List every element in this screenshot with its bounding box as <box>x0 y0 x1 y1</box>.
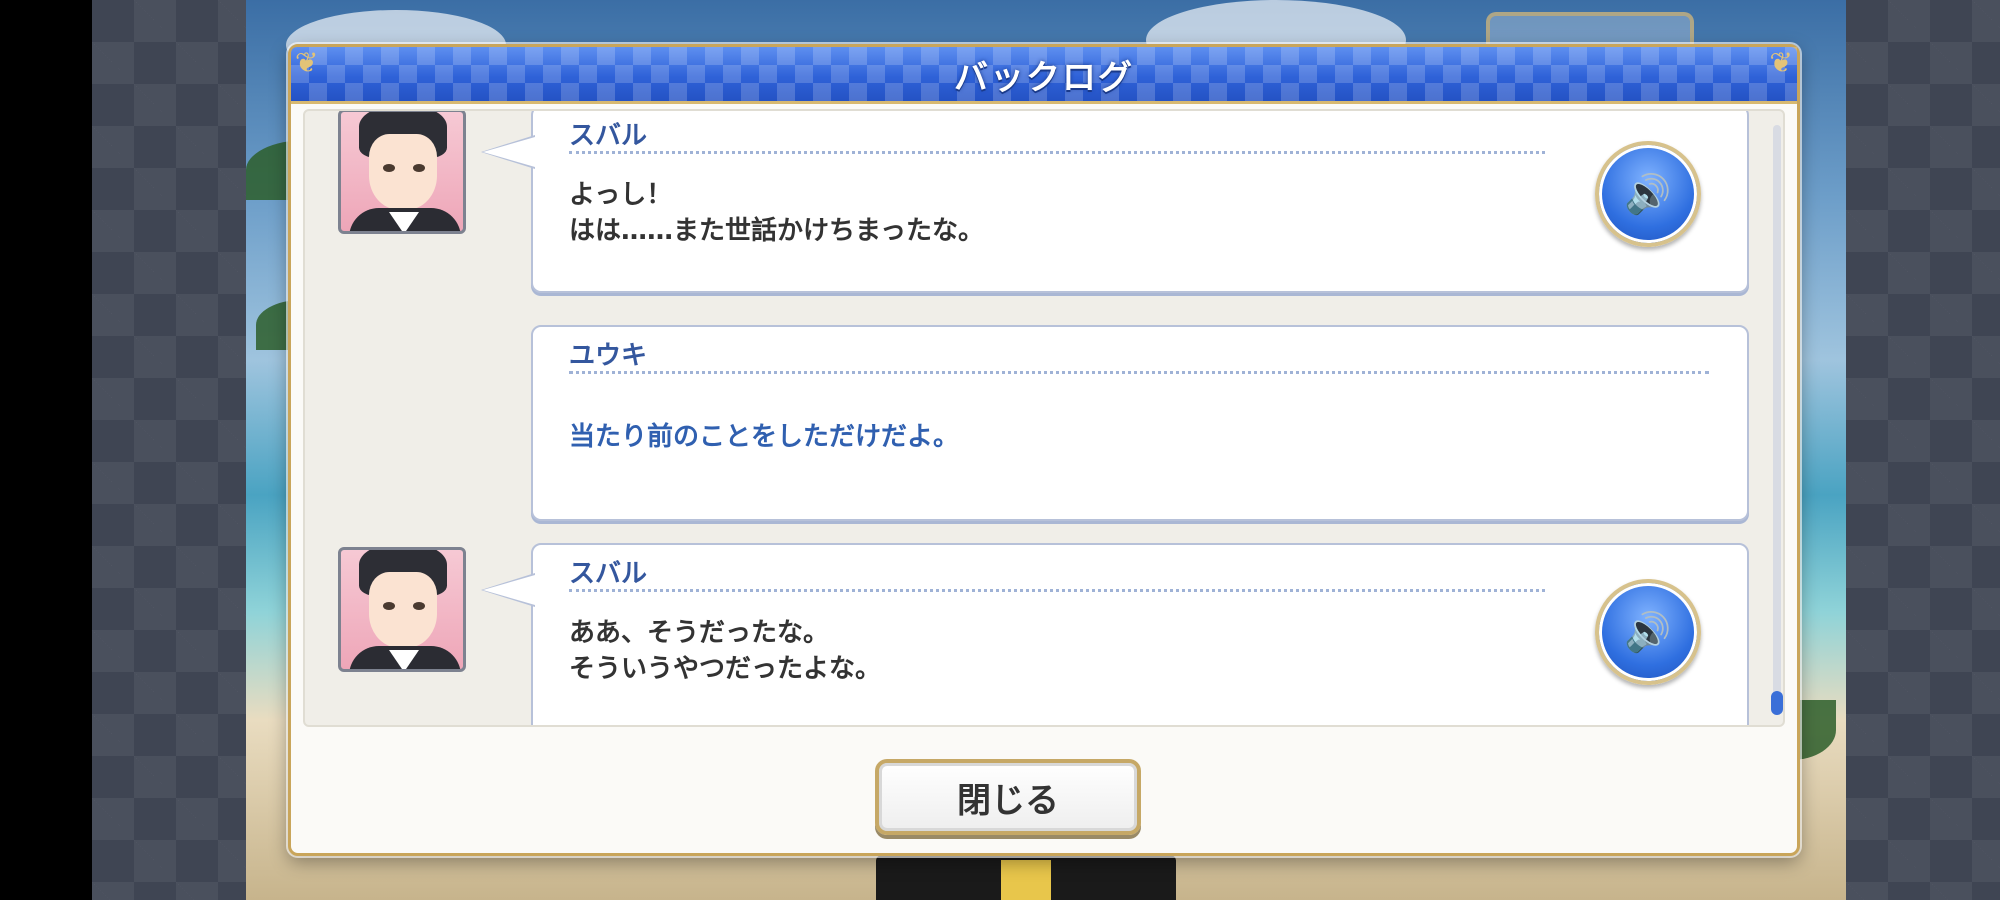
speaker-name: ユウキ <box>569 341 648 371</box>
divider <box>569 589 1545 592</box>
letterbox-left <box>0 0 92 900</box>
ornament-icon: ❦ <box>295 46 319 79</box>
close-button[interactable]: 閉じる <box>875 759 1141 835</box>
message-bubble: ユウキ 当たり前のことをしただけだよ。 <box>531 325 1749 521</box>
character-avatar <box>338 111 466 234</box>
speaker-name: スバル <box>569 121 648 151</box>
scrollbar[interactable] <box>1771 125 1783 715</box>
background-pattern-left <box>92 0 246 900</box>
message-text: ああ、そうだったな。 そういうやつだったよな。 <box>569 615 881 687</box>
speaker-name: スバル <box>569 559 648 589</box>
message-line: ああ、そうだったな。 <box>569 618 830 648</box>
message-line: はは……また世話かけちまったな。 <box>569 216 984 246</box>
voice-play-button[interactable]: 🔊 <box>1595 579 1701 685</box>
log-entry: スバル よっし！ はは……また世話かけちまったな。 🔊 <box>305 111 1749 305</box>
backlog-dialog: ❦ バックログ ❦ スバル よっし！ はは……また世話かけちまったな。 🔊 ユウ… <box>288 44 1800 856</box>
log-entry: ユウキ 当たり前のことをしただけだよ。 <box>305 325 1749 525</box>
title-bar: ❦ バックログ ❦ <box>291 47 1797 104</box>
message-bubble: スバル よっし！ はは……また世話かけちまったな。 🔊 <box>481 111 1749 293</box>
message-text: 当たり前のことをしただけだよ。 <box>569 419 959 455</box>
dialog-title: バックログ <box>954 57 1134 98</box>
message-text: よっし！ はは……また世話かけちまったな。 <box>569 177 984 249</box>
voice-play-button[interactable]: 🔊 <box>1595 141 1701 247</box>
message-line: 当たり前のことをしただけだよ。 <box>569 422 960 452</box>
message-line: よっし！ <box>569 180 673 210</box>
speaker-icon: 🔊 <box>1624 171 1672 216</box>
ornament-icon: ❦ <box>1769 46 1793 79</box>
scrollbar-thumb[interactable] <box>1771 691 1783 715</box>
divider <box>569 371 1709 374</box>
background-pattern-right <box>1846 0 2000 900</box>
log-list[interactable]: スバル よっし！ はは……また世話かけちまったな。 🔊 ユウキ 当たり前のことを… <box>303 109 1785 727</box>
character-badge <box>1001 860 1051 900</box>
message-bubble: スバル ああ、そうだったな。 そういうやつだったよな。 🔊 <box>481 543 1749 725</box>
log-entry: スバル ああ、そうだったな。 そういうやつだったよな。 🔊 <box>305 543 1749 725</box>
message-line: そういうやつだったよな。 <box>569 654 882 684</box>
divider <box>569 151 1545 154</box>
character-avatar <box>338 547 466 672</box>
speaker-icon: 🔊 <box>1624 609 1672 654</box>
close-button-label: 閉じる <box>957 780 1059 821</box>
